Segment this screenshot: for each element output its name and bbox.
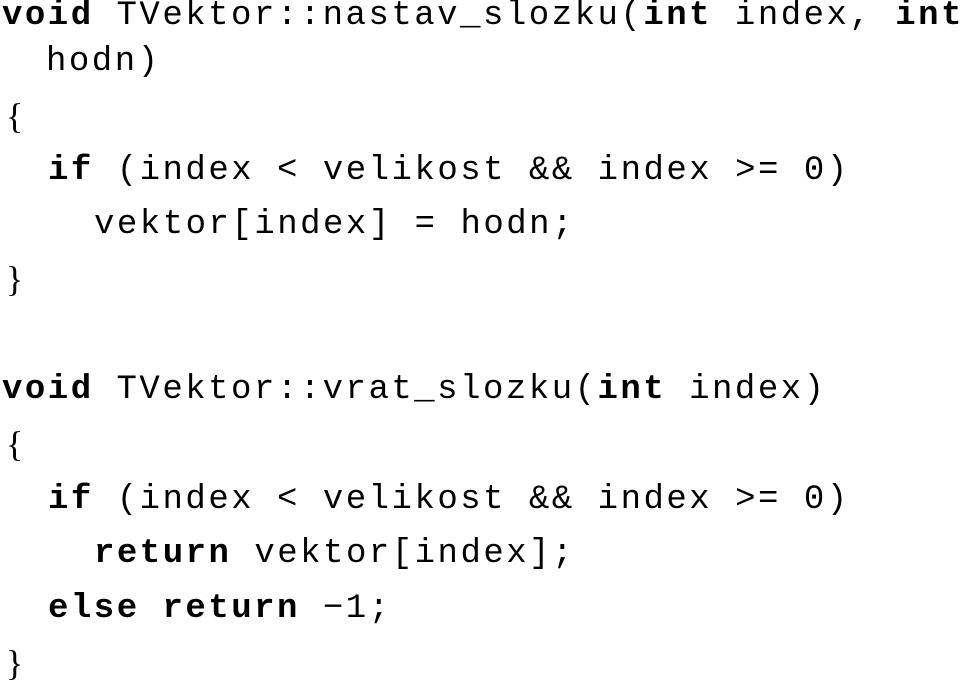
func2-name: TVektor::vrat_slozku( [93,371,598,409]
func2-else-line: else return −1; [48,589,392,629]
return-expression: vektor[index]; [231,535,575,573]
else-return-expression: −1; [299,590,392,628]
func2-close-brace: } [6,643,24,683]
keyword-return: return [94,535,232,573]
func1-signature-line1: void TVektor::nastav_slozku(int index, i… [2,0,960,36]
keyword-else: else [48,590,140,628]
func2-return-line: return vektor[index]; [94,534,575,574]
keyword-if: if [48,152,94,190]
keyword-if: if [48,481,94,519]
param-index: index, [712,0,896,35]
keyword-return: return [162,590,300,628]
param-index: index) [666,371,827,409]
func1-open-brace: { [6,96,24,136]
keyword-int: int [643,0,713,35]
keyword-void: void [2,371,94,409]
func1-signature-line2: hodn) [46,43,161,81]
func2-open-brace: { [6,424,24,464]
func1-if-line: if (index < velikost && index >= 0) [48,151,850,191]
func1-name: TVektor::nastav_slozku( [93,0,644,35]
keyword-void: void [2,0,94,35]
if-condition: (index < velikost && index >= 0) [93,152,850,190]
keyword-int: int [597,371,667,409]
func1-body-line: vektor[index] = hodn; [94,206,575,244]
keyword-int: int [895,0,960,35]
func2-signature: void TVektor::vrat_slozku(int index) [2,370,827,410]
func2-if-line: if (index < velikost && index >= 0) [48,480,850,520]
if-condition: (index < velikost && index >= 0) [93,481,850,519]
func1-close-brace: } [6,259,24,299]
